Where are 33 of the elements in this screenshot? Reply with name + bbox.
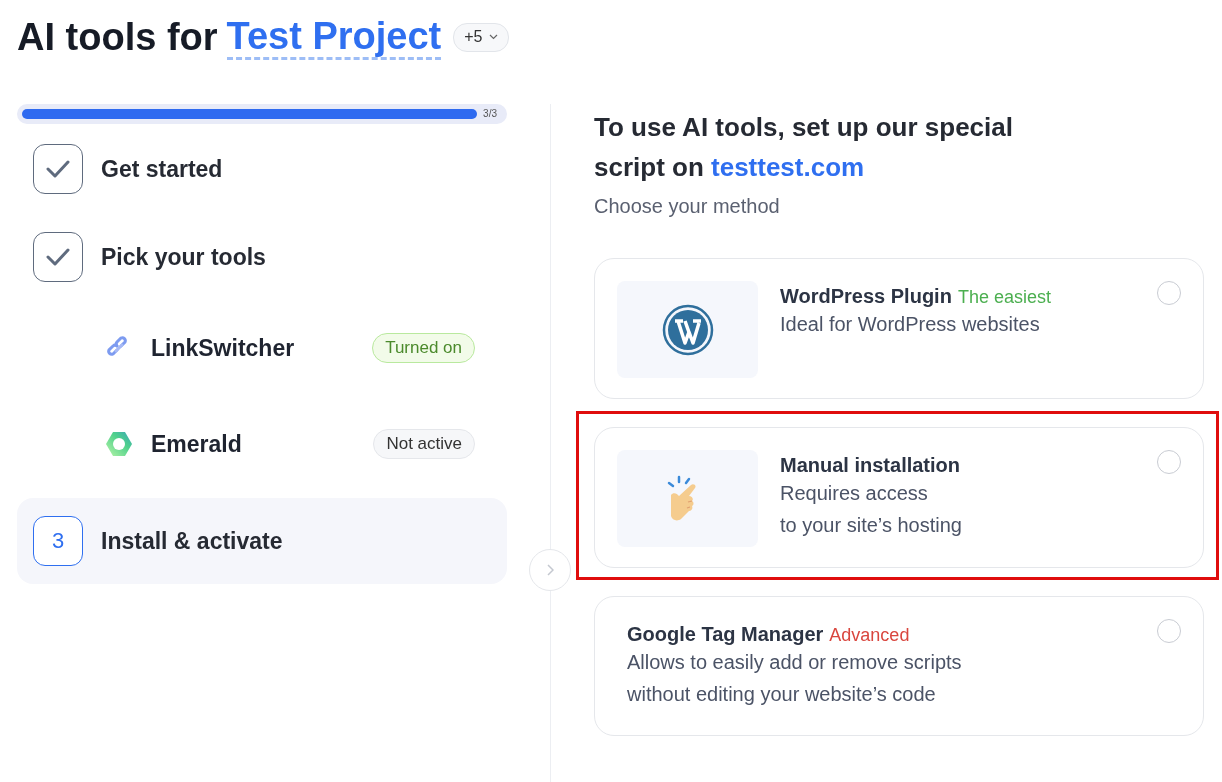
check-icon bbox=[46, 160, 70, 178]
current-step[interactable]: 3 Install & activate bbox=[17, 498, 507, 584]
step-marker: 3 bbox=[33, 516, 83, 566]
step-item[interactable]: Get started bbox=[17, 126, 507, 212]
progress-reading: 3/3 bbox=[483, 108, 497, 119]
project-link[interactable]: Test Project bbox=[226, 14, 442, 60]
hexagon-icon bbox=[105, 430, 133, 458]
page-title: AI tools for bbox=[17, 15, 218, 59]
method-description: Allows to easily add or remove scripts without editing your website’s code bbox=[627, 650, 963, 707]
content-heading: To use AI tools, set up our special script on testtest.com bbox=[594, 111, 1014, 184]
tool-name: LinkSwitcher bbox=[151, 334, 296, 362]
method-title: Google Tag Manager bbox=[627, 623, 824, 646]
method-description: Requires access to your site’s hosting bbox=[780, 481, 963, 538]
method-card[interactable]: WordPress Plugin The easiest Ideal for WordPress websites bbox=[594, 258, 1204, 399]
method-tag: Advanced bbox=[829, 625, 910, 646]
method-card[interactable]: Google Tag Manager Advanced Allows to easily add or remove scripts without editing your website’s code bbox=[594, 596, 1204, 736]
wordpress-logo-icon bbox=[661, 303, 714, 356]
chevron-right-icon bbox=[546, 564, 554, 576]
method-card[interactable]: Manual installation Requires access to your site’s hosting bbox=[594, 427, 1204, 568]
site-link[interactable]: testtest.com bbox=[711, 152, 865, 182]
content-subheading: Choose your method bbox=[594, 195, 781, 218]
next-button[interactable] bbox=[529, 549, 571, 591]
chevron-down-icon bbox=[488, 34, 498, 40]
step-item[interactable]: Pick your tools bbox=[17, 214, 507, 300]
more-projects-button[interactable]: +5 bbox=[453, 22, 509, 52]
method-title: Manual installation bbox=[780, 454, 961, 477]
method-title: WordPress Plugin bbox=[780, 285, 952, 308]
tool-name: Emerald bbox=[151, 430, 243, 458]
method-description: Ideal for WordPress websites bbox=[780, 312, 1041, 337]
method-tag: The easiest bbox=[957, 287, 1051, 308]
tool-status: Turned on bbox=[372, 333, 475, 363]
check-icon bbox=[46, 248, 70, 266]
tool-status: Not active bbox=[373, 429, 475, 459]
